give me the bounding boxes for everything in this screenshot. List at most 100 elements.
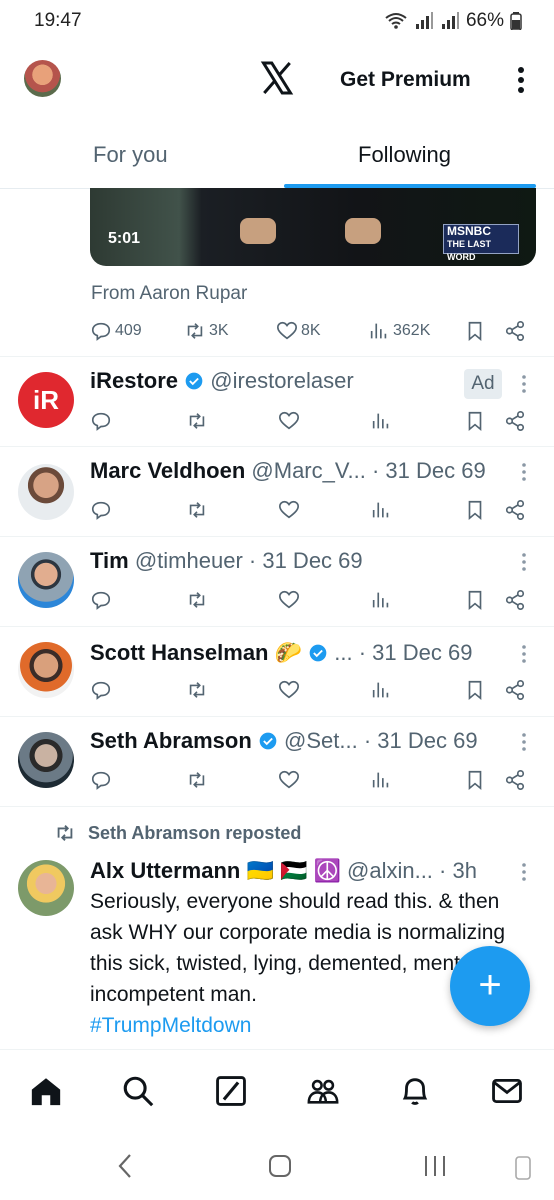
reply-icon[interactable] xyxy=(90,499,112,521)
x-logo-icon[interactable] xyxy=(259,60,295,96)
reposted-by-label[interactable]: Seth Abramson reposted xyxy=(88,823,301,844)
reply-icon xyxy=(91,322,111,341)
repost-count: 3K xyxy=(209,322,229,339)
bookmark-icon[interactable] xyxy=(464,410,486,432)
compose-button[interactable]: + xyxy=(450,946,530,1026)
author-handle: ... xyxy=(334,640,353,665)
get-premium-button[interactable]: Get Premium xyxy=(340,68,471,92)
like-button[interactable]: 8K xyxy=(276,320,321,342)
post-actions xyxy=(90,410,536,434)
views-icon[interactable] xyxy=(370,499,392,521)
like-icon[interactable] xyxy=(278,679,300,701)
reply-icon[interactable] xyxy=(90,679,112,701)
messages-icon[interactable] xyxy=(490,1074,524,1108)
author-name[interactable]: Marc Veldhoen xyxy=(90,458,245,483)
post-header: Marc Veldhoen @Marc_V... · 31 Dec 69 xyxy=(90,458,486,484)
recent-apps-icon[interactable] xyxy=(422,1153,448,1179)
reply-icon[interactable] xyxy=(90,769,112,791)
status-time: 19:47 xyxy=(34,10,82,31)
communities-icon[interactable] xyxy=(306,1074,340,1108)
bookmark-icon[interactable] xyxy=(464,589,486,611)
avatar[interactable]: iR xyxy=(18,372,74,428)
bookmark-icon[interactable] xyxy=(464,320,486,342)
battery-icon xyxy=(510,12,522,30)
repost-icon[interactable] xyxy=(186,769,208,791)
author-handle: @irestorelaser xyxy=(210,368,354,393)
like-icon[interactable] xyxy=(278,410,300,432)
post-more-icon[interactable] xyxy=(521,374,527,394)
channel-badge-show: THE LAST WORD xyxy=(447,239,491,262)
repost-context: Seth Abramson reposted xyxy=(54,822,301,844)
post-more-icon[interactable] xyxy=(521,862,527,882)
views-icon[interactable] xyxy=(370,589,392,611)
status-bar: 19:47 66% xyxy=(0,0,554,44)
repost-button[interactable]: 3K xyxy=(184,320,229,342)
views-button[interactable]: 362K xyxy=(368,320,430,342)
channel-badge-name: MSNBC xyxy=(447,224,491,238)
grok-icon[interactable] xyxy=(214,1074,248,1108)
views-icon[interactable] xyxy=(370,679,392,701)
keyboard-toggle-icon[interactable] xyxy=(514,1155,532,1181)
author-name[interactable]: Scott Hanselman 🌮 xyxy=(90,640,302,665)
avatar[interactable] xyxy=(18,552,74,608)
author-name[interactable]: iRestore xyxy=(90,368,178,393)
author-name[interactable]: Seth Abramson xyxy=(90,728,252,753)
like-icon[interactable] xyxy=(278,499,300,521)
bookmark-icon[interactable] xyxy=(464,769,486,791)
avatar[interactable] xyxy=(18,860,74,916)
like-icon[interactable] xyxy=(278,589,300,611)
signal-icon xyxy=(415,12,433,29)
share-icon[interactable] xyxy=(504,679,526,701)
profile-avatar[interactable] xyxy=(24,60,61,97)
like-count: 8K xyxy=(301,322,321,339)
views-count: 362K xyxy=(393,322,431,339)
tab-for-you[interactable]: For you xyxy=(93,142,168,168)
avatar[interactable] xyxy=(18,464,74,520)
share-icon[interactable] xyxy=(504,589,526,611)
repost-icon[interactable] xyxy=(186,499,208,521)
tab-following[interactable]: Following xyxy=(358,142,451,168)
reply-icon[interactable] xyxy=(90,589,112,611)
feed-tabs: For you Following xyxy=(0,120,554,189)
back-icon[interactable] xyxy=(116,1153,134,1179)
bookmark-icon[interactable] xyxy=(464,679,486,701)
share-icon[interactable] xyxy=(504,320,526,342)
post-header: Alx Uttermann 🇺🇦 🇵🇸 ☮️ @alxin... · 3h xyxy=(90,858,477,884)
views-icon[interactable] xyxy=(370,769,392,791)
post-more-icon[interactable] xyxy=(521,552,527,572)
video-scene xyxy=(345,218,381,244)
bookmark-icon[interactable] xyxy=(464,499,486,521)
post-divider xyxy=(0,536,554,537)
author-name[interactable]: Alx Uttermann 🇺🇦 🇵🇸 ☮️ xyxy=(90,858,341,883)
avatar[interactable] xyxy=(18,732,74,788)
repost-icon[interactable] xyxy=(186,589,208,611)
video-thumbnail[interactable]: 5:01 MSNBC THE LAST WORD xyxy=(90,188,536,266)
plus-icon: + xyxy=(478,963,502,1007)
reply-icon[interactable] xyxy=(90,410,112,432)
verified-badge-icon xyxy=(185,372,203,390)
post-date: · 31 Dec 69 xyxy=(371,458,486,483)
repost-icon[interactable] xyxy=(186,410,208,432)
home-button-icon[interactable] xyxy=(267,1153,293,1179)
home-icon[interactable] xyxy=(29,1074,63,1108)
post-more-icon[interactable] xyxy=(521,732,527,752)
reply-button[interactable]: 409 xyxy=(90,320,142,342)
post-date: · 3h xyxy=(439,858,477,883)
notifications-icon[interactable] xyxy=(398,1074,432,1108)
post-more-icon[interactable] xyxy=(521,644,527,664)
author-name[interactable]: Tim xyxy=(90,548,129,573)
post-actions xyxy=(90,769,536,793)
ad-badge: Ad xyxy=(464,369,502,399)
post-divider xyxy=(0,716,554,717)
share-icon[interactable] xyxy=(504,769,526,791)
post-more-icon[interactable] xyxy=(521,462,527,482)
views-icon[interactable] xyxy=(370,410,392,432)
repost-icon[interactable] xyxy=(186,679,208,701)
system-navigation-bar xyxy=(0,1131,554,1200)
search-icon[interactable] xyxy=(121,1074,155,1108)
avatar[interactable] xyxy=(18,642,74,698)
more-options-icon[interactable] xyxy=(516,66,526,94)
like-icon[interactable] xyxy=(278,769,300,791)
share-icon[interactable] xyxy=(504,499,526,521)
share-icon[interactable] xyxy=(504,410,526,432)
